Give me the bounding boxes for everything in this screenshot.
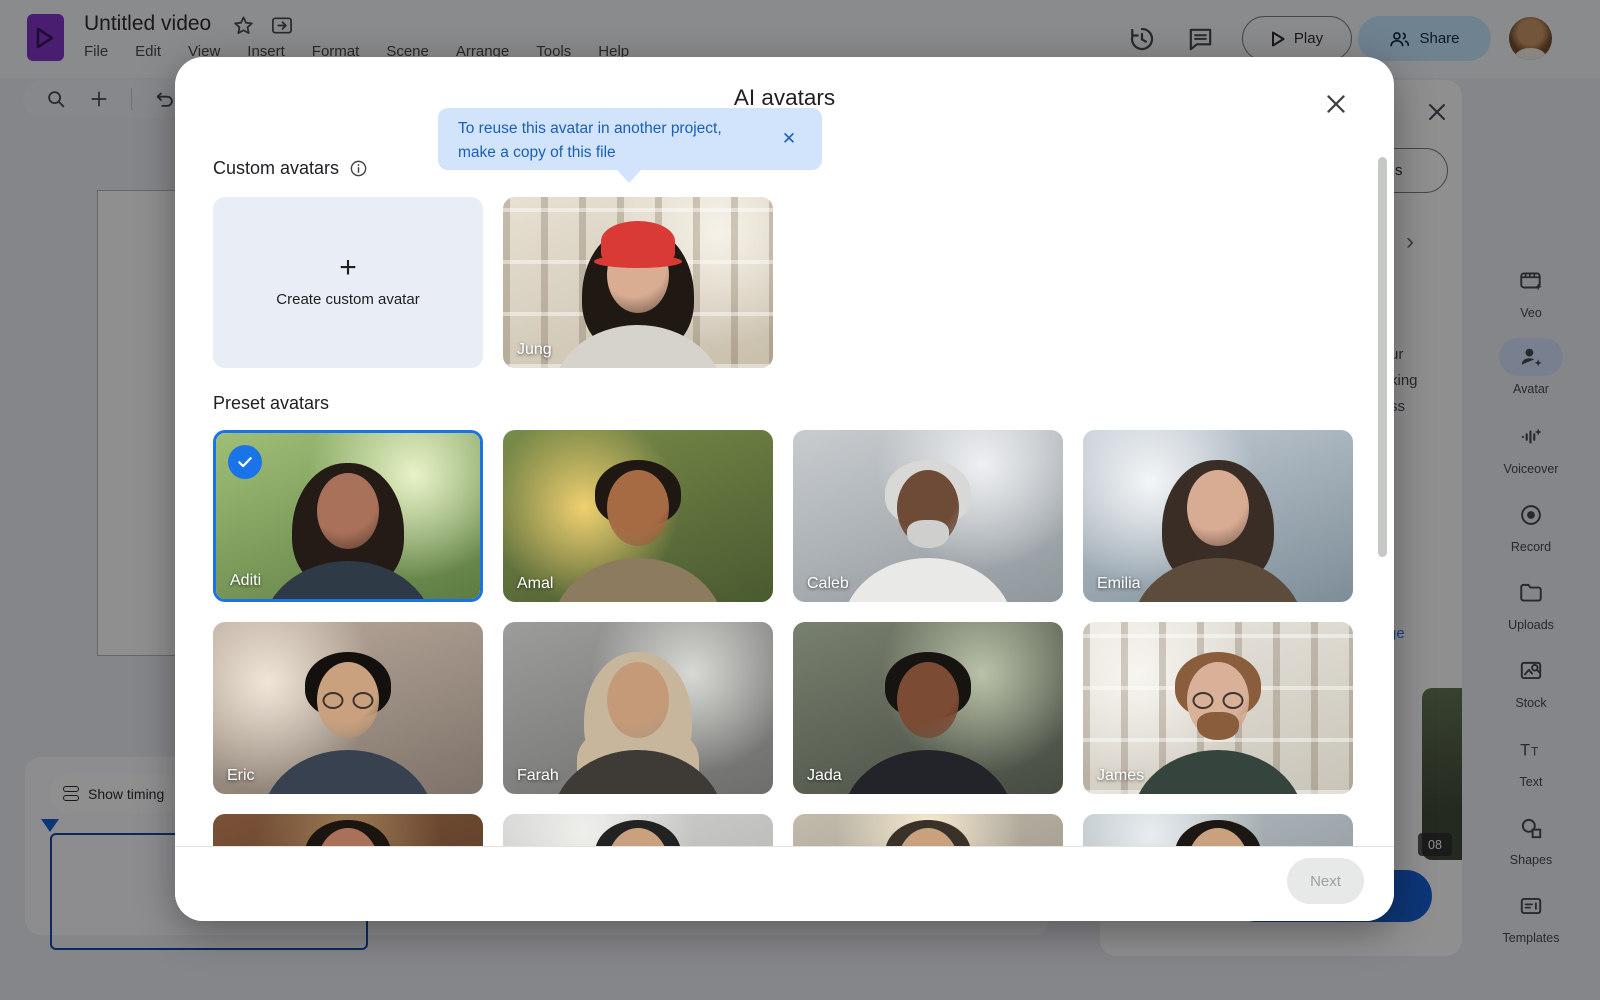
preset-avatars-heading: Preset avatars bbox=[213, 393, 329, 414]
custom-avatars-label: Custom avatars bbox=[213, 158, 339, 179]
plus-icon: + bbox=[339, 258, 357, 278]
avatar-card-caleb[interactable]: Caleb bbox=[793, 430, 1063, 602]
avatar-name: Jung bbox=[517, 341, 552, 359]
avatar-name: Caleb bbox=[807, 575, 849, 593]
avatar-card-aditi[interactable]: Aditi bbox=[213, 430, 483, 602]
avatar-card-jada[interactable]: Jada bbox=[793, 622, 1063, 794]
create-custom-avatar-label: Create custom avatar bbox=[276, 291, 419, 308]
avatar-name: Farah bbox=[517, 767, 559, 785]
info-icon[interactable] bbox=[349, 159, 368, 178]
custom-avatars-heading: Custom avatars bbox=[213, 158, 368, 179]
preset-avatars-label: Preset avatars bbox=[213, 393, 329, 414]
glasses bbox=[1193, 692, 1244, 709]
avatar-card-jung[interactable]: Jung bbox=[503, 197, 773, 368]
selected-check-icon bbox=[228, 445, 262, 479]
avatar-card-farah[interactable]: Farah bbox=[503, 622, 773, 794]
dialog-scrollbar[interactable] bbox=[1378, 157, 1387, 557]
next-button[interactable]: Next bbox=[1287, 858, 1364, 904]
avatar-name: Aditi bbox=[230, 572, 261, 590]
reuse-avatar-tooltip: To reuse this avatar in another project,… bbox=[438, 108, 822, 170]
avatar-card-amal[interactable]: Amal bbox=[503, 430, 773, 602]
ai-avatars-dialog: AI avatars Custom avatars + Create custo… bbox=[175, 57, 1394, 921]
tooltip-tail bbox=[616, 169, 642, 183]
avatar-card-emilia[interactable]: Emilia bbox=[1083, 430, 1353, 602]
avatar-name: Jada bbox=[807, 767, 842, 785]
dialog-footer: Next bbox=[175, 846, 1394, 921]
create-custom-avatar-button[interactable]: + Create custom avatar bbox=[213, 197, 483, 368]
tooltip-close-icon[interactable]: ✕ bbox=[778, 128, 800, 150]
avatar-card-james[interactable]: James bbox=[1083, 622, 1353, 794]
tooltip-text: To reuse this avatar in another project,… bbox=[458, 117, 760, 165]
dialog-close-icon[interactable] bbox=[1321, 89, 1351, 119]
avatar-name: Eric bbox=[227, 767, 255, 785]
avatar-name: Amal bbox=[517, 575, 553, 593]
glasses bbox=[323, 692, 374, 709]
avatar-name: James bbox=[1097, 767, 1144, 785]
avatar-card-eric[interactable]: Eric bbox=[213, 622, 483, 794]
avatar-name: Emilia bbox=[1097, 575, 1141, 593]
